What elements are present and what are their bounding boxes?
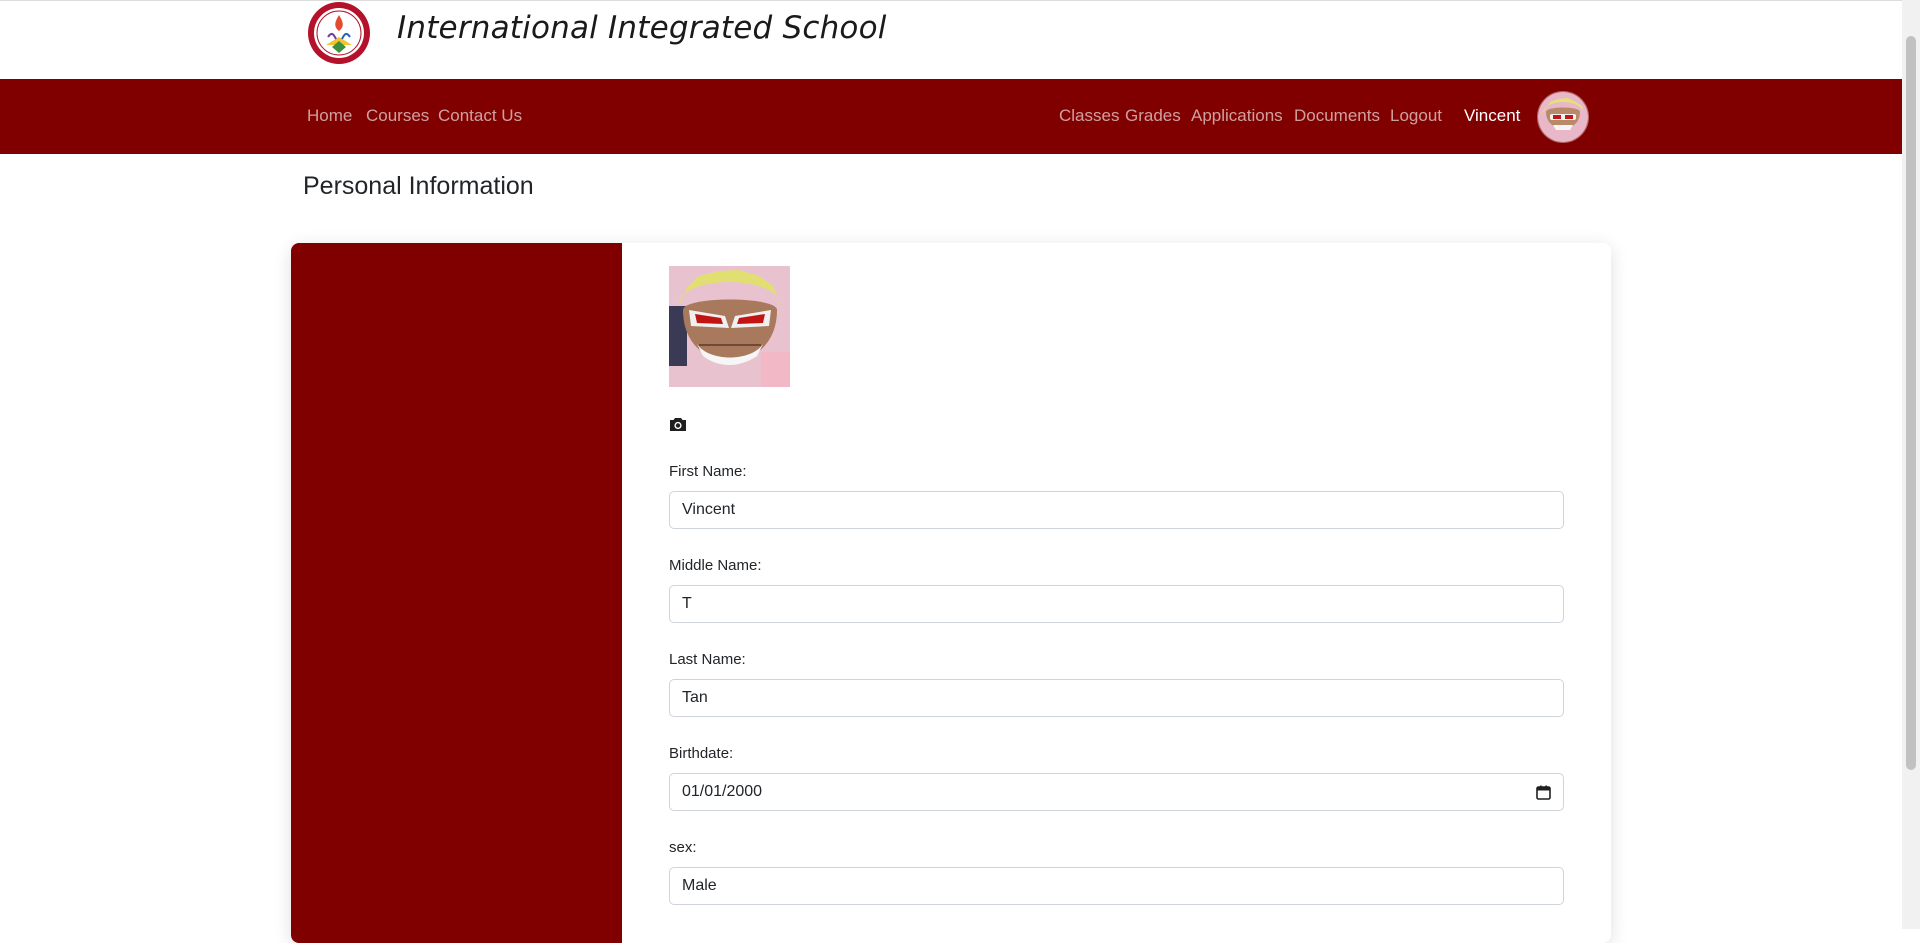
page-title: Personal Information [303, 172, 534, 200]
sex-label: sex: [669, 839, 697, 856]
birthdate-input[interactable]: 01/01/2000 [669, 773, 1564, 811]
main-navbar: Home Courses Contact Us Classes Grades A… [0, 79, 1902, 154]
personal-info-card: First Name: Middle Name: Last Name: Birt… [291, 243, 1611, 943]
last-name-label: Last Name: [669, 651, 746, 668]
first-name-input[interactable] [669, 491, 1564, 529]
first-name-label: First Name: [669, 463, 747, 480]
calendar-icon[interactable] [1536, 785, 1551, 800]
card-sidebar [291, 243, 622, 943]
scrollbar-thumb[interactable] [1906, 36, 1916, 770]
sex-input[interactable] [669, 867, 1564, 905]
page-scrollbar[interactable] [1902, 0, 1920, 929]
nav-user-name[interactable]: Vincent [1464, 106, 1520, 126]
nav-logout[interactable]: Logout [1390, 106, 1442, 126]
birthdate-value: 01/01/2000 [682, 783, 763, 800]
nav-courses[interactable]: Courses [366, 106, 429, 126]
camera-icon[interactable] [669, 416, 687, 432]
middle-name-input[interactable] [669, 585, 1564, 623]
site-header: International Integrated School [0, 1, 1902, 79]
user-avatar[interactable] [1537, 91, 1589, 143]
nav-grades[interactable]: Grades [1125, 106, 1181, 126]
nav-documents[interactable]: Documents [1294, 106, 1380, 126]
birthdate-label: Birthdate: [669, 745, 734, 762]
middle-name-label: Middle Name: [669, 557, 762, 574]
school-logo[interactable] [304, 1, 374, 67]
last-name-input[interactable] [669, 679, 1564, 717]
profile-photo [669, 266, 790, 387]
nav-classes[interactable]: Classes [1059, 106, 1119, 126]
nav-applications[interactable]: Applications [1191, 106, 1283, 126]
nav-home[interactable]: Home [307, 106, 352, 126]
nav-contact-us[interactable]: Contact Us [438, 106, 522, 126]
school-name: International Integrated School [397, 10, 887, 46]
